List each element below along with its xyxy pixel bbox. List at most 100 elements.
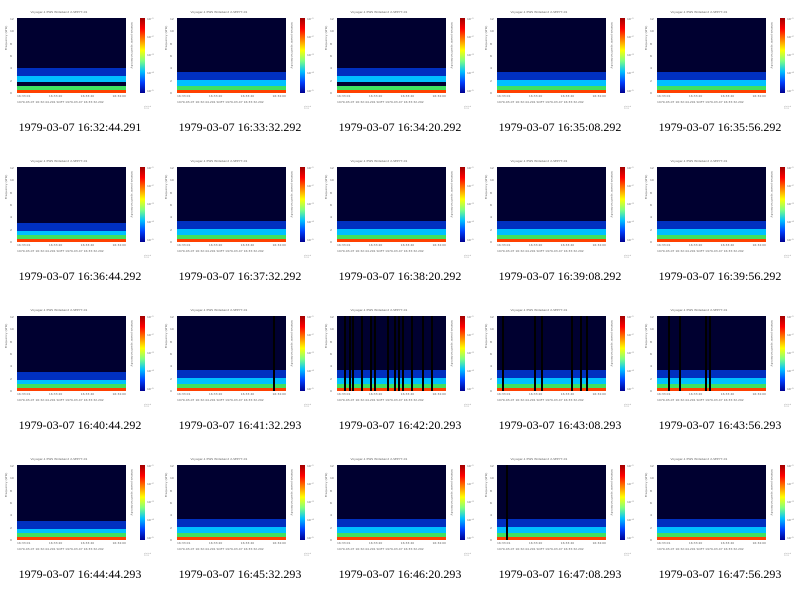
thumbnail-caption[interactable]: 1979-03-07 16:41:32.293 bbox=[160, 418, 320, 433]
thumbnail-cell-17[interactable]: Voyager-1 PWS Wideband 2-SEP77-01 Freque… bbox=[160, 447, 320, 596]
colorbar-tick-label: 10⁻¹ bbox=[787, 315, 794, 319]
thumbnail-caption[interactable]: 1979-03-07 16:47:56.293 bbox=[640, 567, 800, 582]
thumbnail-cell-20[interactable]: Voyager-1 PWS Wideband 2-SEP77-01 Freque… bbox=[640, 447, 800, 596]
spectrogram-thumbnail[interactable]: Voyager-1 PWS Wideband 2-SEP77-01 Freque… bbox=[164, 10, 316, 110]
thumbnail-cell-1[interactable]: Voyager-1 PWS Wideband 2-SEP77-01 Freque… bbox=[0, 0, 160, 149]
plot-title: Voyager-1 PWS Wideband 2-SEP77-01 bbox=[350, 10, 408, 14]
spectrogram-thumbnail[interactable]: Voyager-1 PWS Wideband 2-SEP77-01 Freque… bbox=[484, 457, 636, 557]
spectrogram-thumbnail[interactable]: Voyager-1 PWS Wideband 2-SEP77-01 Freque… bbox=[324, 159, 476, 259]
colorbar-tick-label: 10⁻⁴ bbox=[307, 518, 314, 522]
colorbar bbox=[620, 167, 625, 242]
plot-credit: plotted 2012 bbox=[144, 106, 152, 110]
thumbnail-caption[interactable]: 1979-03-07 16:46:20.293 bbox=[320, 567, 480, 582]
time-axis: 16:33:01 16:33:20 16:33:40 16:34:00 bbox=[177, 392, 286, 396]
colorbar-tick-label: 10⁻³ bbox=[627, 53, 634, 57]
y-axis-label: Frequency (kHz) bbox=[4, 323, 8, 348]
spectrogram-thumbnail[interactable]: Voyager-1 PWS Wideband 2-SEP77-01 Freque… bbox=[644, 308, 796, 408]
thumbnail-cell-13[interactable]: Voyager-1 PWS Wideband 2-SEP77-01 Freque… bbox=[320, 298, 480, 447]
y-tick-label: 6 bbox=[490, 500, 492, 505]
colorbar-tick-label: 10⁻⁵ bbox=[627, 536, 634, 540]
colorbar-tick-label: 10⁻¹ bbox=[147, 166, 154, 170]
thumbnail-caption[interactable]: 1979-03-07 16:45:32.293 bbox=[160, 567, 320, 582]
colorbar-label: relative power spectral density bbox=[130, 320, 134, 367]
spectrogram-thumbnail[interactable]: Voyager-1 PWS Wideband 2-SEP77-01 Freque… bbox=[644, 159, 796, 259]
plot-credit: plotted 2012 bbox=[464, 255, 472, 259]
thumbnail-caption[interactable]: 1979-03-07 16:43:08.293 bbox=[480, 418, 640, 433]
thumbnail-caption[interactable]: 1979-03-07 16:38:20.292 bbox=[320, 269, 480, 284]
colorbar-tick-label: 10⁻⁴ bbox=[787, 369, 794, 373]
thumbnail-caption[interactable]: 1979-03-07 16:37:32.292 bbox=[160, 269, 320, 284]
colorbar-tick-label: 10⁻² bbox=[147, 35, 154, 39]
thumbnail-caption[interactable]: 1979-03-07 16:36:44.292 bbox=[0, 269, 160, 284]
colorbar-tick-label: 10⁻⁴ bbox=[307, 71, 314, 75]
thumbnail-cell-3[interactable]: Voyager-1 PWS Wideband 2-SEP77-01 Freque… bbox=[320, 0, 480, 149]
colorbar-tick-label: 10⁻⁵ bbox=[147, 387, 154, 391]
interference-spike bbox=[411, 316, 414, 391]
colorbar-tick-label: 10⁻⁵ bbox=[147, 536, 154, 540]
thumbnail-caption[interactable]: 1979-03-07 16:39:08.292 bbox=[480, 269, 640, 284]
thumbnail-cell-12[interactable]: Voyager-1 PWS Wideband 2-SEP77-01 Freque… bbox=[160, 298, 320, 447]
thumbnail-caption[interactable]: 1979-03-07 16:33:32.292 bbox=[160, 120, 320, 135]
spectrogram-thumbnail[interactable]: Voyager-1 PWS Wideband 2-SEP77-01 Freque… bbox=[484, 308, 636, 408]
thumbnail-caption[interactable]: 1979-03-07 16:44:44.293 bbox=[0, 567, 160, 582]
thumbnail-caption[interactable]: 1979-03-07 16:42:20.293 bbox=[320, 418, 480, 433]
spectrogram-image bbox=[177, 167, 286, 242]
time-tick-label: 16:33:40 bbox=[240, 243, 255, 247]
thumbnail-cell-8[interactable]: Voyager-1 PWS Wideband 2-SEP77-01 Freque… bbox=[320, 149, 480, 298]
colorbar-tick-label: 10⁻³ bbox=[147, 500, 154, 504]
y-tick-label: 2 bbox=[170, 376, 172, 381]
thumbnail-caption[interactable]: 1979-03-07 16:43:56.293 bbox=[640, 418, 800, 433]
thumbnail-caption[interactable]: 1979-03-07 16:34:20.292 bbox=[320, 120, 480, 135]
scet-range: 1979-03-07 16:32:44.291 SCET 1979-03-07 … bbox=[177, 398, 264, 402]
thumbnail-cell-10[interactable]: Voyager-1 PWS Wideband 2-SEP77-01 Freque… bbox=[640, 149, 800, 298]
thumbnail-cell-16[interactable]: Voyager-1 PWS Wideband 2-SEP77-01 Freque… bbox=[0, 447, 160, 596]
spectrogram-thumbnail[interactable]: Voyager-1 PWS Wideband 2-SEP77-01 Freque… bbox=[4, 159, 156, 259]
spectrogram-thumbnail[interactable]: Voyager-1 PWS Wideband 2-SEP77-01 Freque… bbox=[644, 10, 796, 110]
spectrogram-thumbnail[interactable]: Voyager-1 PWS Wideband 2-SEP77-01 Freque… bbox=[164, 159, 316, 259]
plot-credit: plotted 2012 bbox=[464, 404, 472, 408]
thumbnail-caption[interactable]: 1979-03-07 16:35:56.292 bbox=[640, 120, 800, 135]
spectrogram-thumbnail[interactable]: Voyager-1 PWS Wideband 2-SEP77-01 Freque… bbox=[324, 308, 476, 408]
y-axis-label: Frequency (kHz) bbox=[484, 174, 488, 199]
spectrogram-thumbnail[interactable]: Voyager-1 PWS Wideband 2-SEP77-01 Freque… bbox=[484, 10, 636, 110]
spectrogram-thumbnail[interactable]: Voyager-1 PWS Wideband 2-SEP77-01 Freque… bbox=[4, 308, 156, 408]
y-tick-label: 2 bbox=[10, 525, 12, 530]
colorbar-tick-label: 10⁻⁴ bbox=[627, 369, 634, 373]
thumbnail-cell-9[interactable]: Voyager-1 PWS Wideband 2-SEP77-01 Freque… bbox=[480, 149, 640, 298]
thumbnail-cell-11[interactable]: Voyager-1 PWS Wideband 2-SEP77-01 Freque… bbox=[0, 298, 160, 447]
spectrogram-thumbnail[interactable]: Voyager-1 PWS Wideband 2-SEP77-01 Freque… bbox=[324, 10, 476, 110]
thumbnail-cell-19[interactable]: Voyager-1 PWS Wideband 2-SEP77-01 Freque… bbox=[480, 447, 640, 596]
spectrogram-thumbnail[interactable]: Voyager-1 PWS Wideband 2-SEP77-01 Freque… bbox=[4, 457, 156, 557]
thumbnail-caption[interactable]: 1979-03-07 16:39:56.292 bbox=[640, 269, 800, 284]
y-tick-label: 6 bbox=[170, 202, 172, 207]
spectrogram-thumbnail[interactable]: Voyager-1 PWS Wideband 2-SEP77-01 Freque… bbox=[164, 457, 316, 557]
thumbnail-cell-14[interactable]: Voyager-1 PWS Wideband 2-SEP77-01 Freque… bbox=[480, 298, 640, 447]
thumbnail-cell-6[interactable]: Voyager-1 PWS Wideband 2-SEP77-01 Freque… bbox=[0, 149, 160, 298]
noise-band bbox=[657, 519, 766, 527]
thumbnail-caption[interactable]: 1979-03-07 16:40:44.292 bbox=[0, 418, 160, 433]
thumbnail-cell-18[interactable]: Voyager-1 PWS Wideband 2-SEP77-01 Freque… bbox=[320, 447, 480, 596]
spectrogram-thumbnail[interactable]: Voyager-1 PWS Wideband 2-SEP77-01 Freque… bbox=[644, 457, 796, 557]
thumbnail-cell-7[interactable]: Voyager-1 PWS Wideband 2-SEP77-01 Freque… bbox=[160, 149, 320, 298]
colorbar-tick-label: 10⁻⁵ bbox=[467, 387, 474, 391]
plot-title: Voyager-1 PWS Wideband 2-SEP77-01 bbox=[510, 159, 568, 163]
spectrogram-thumbnail[interactable]: Voyager-1 PWS Wideband 2-SEP77-01 Freque… bbox=[4, 10, 156, 110]
spectrogram-thumbnail[interactable]: Voyager-1 PWS Wideband 2-SEP77-01 Freque… bbox=[324, 457, 476, 557]
plot-title: Voyager-1 PWS Wideband 2-SEP77-01 bbox=[190, 159, 248, 163]
y-axis-label: Frequency (kHz) bbox=[484, 323, 488, 348]
thumbnail-caption[interactable]: 1979-03-07 16:32:44.291 bbox=[0, 120, 160, 135]
thumbnail-cell-2[interactable]: Voyager-1 PWS Wideband 2-SEP77-01 Freque… bbox=[160, 0, 320, 149]
y-axis-label: Frequency (kHz) bbox=[644, 25, 648, 50]
y-tick-label: 4 bbox=[330, 513, 332, 518]
spectrogram-thumbnail[interactable]: Voyager-1 PWS Wideband 2-SEP77-01 Freque… bbox=[484, 159, 636, 259]
spectrogram-thumbnail[interactable]: Voyager-1 PWS Wideband 2-SEP77-01 Freque… bbox=[164, 308, 316, 408]
colorbar-tick-label: 10⁻¹ bbox=[787, 166, 794, 170]
thumbnail-caption[interactable]: 1979-03-07 16:47:08.293 bbox=[480, 567, 640, 582]
thumbnail-caption[interactable]: 1979-03-07 16:35:08.292 bbox=[480, 120, 640, 135]
thumbnail-cell-5[interactable]: Voyager-1 PWS Wideband 2-SEP77-01 Freque… bbox=[640, 0, 800, 149]
y-tick-label: 0 bbox=[490, 537, 492, 542]
thumbnail-cell-15[interactable]: Voyager-1 PWS Wideband 2-SEP77-01 Freque… bbox=[640, 298, 800, 447]
time-tick-label: 16:34:00 bbox=[752, 392, 766, 396]
red-band bbox=[337, 537, 446, 540]
thumbnail-cell-4[interactable]: Voyager-1 PWS Wideband 2-SEP77-01 Freque… bbox=[480, 0, 640, 149]
